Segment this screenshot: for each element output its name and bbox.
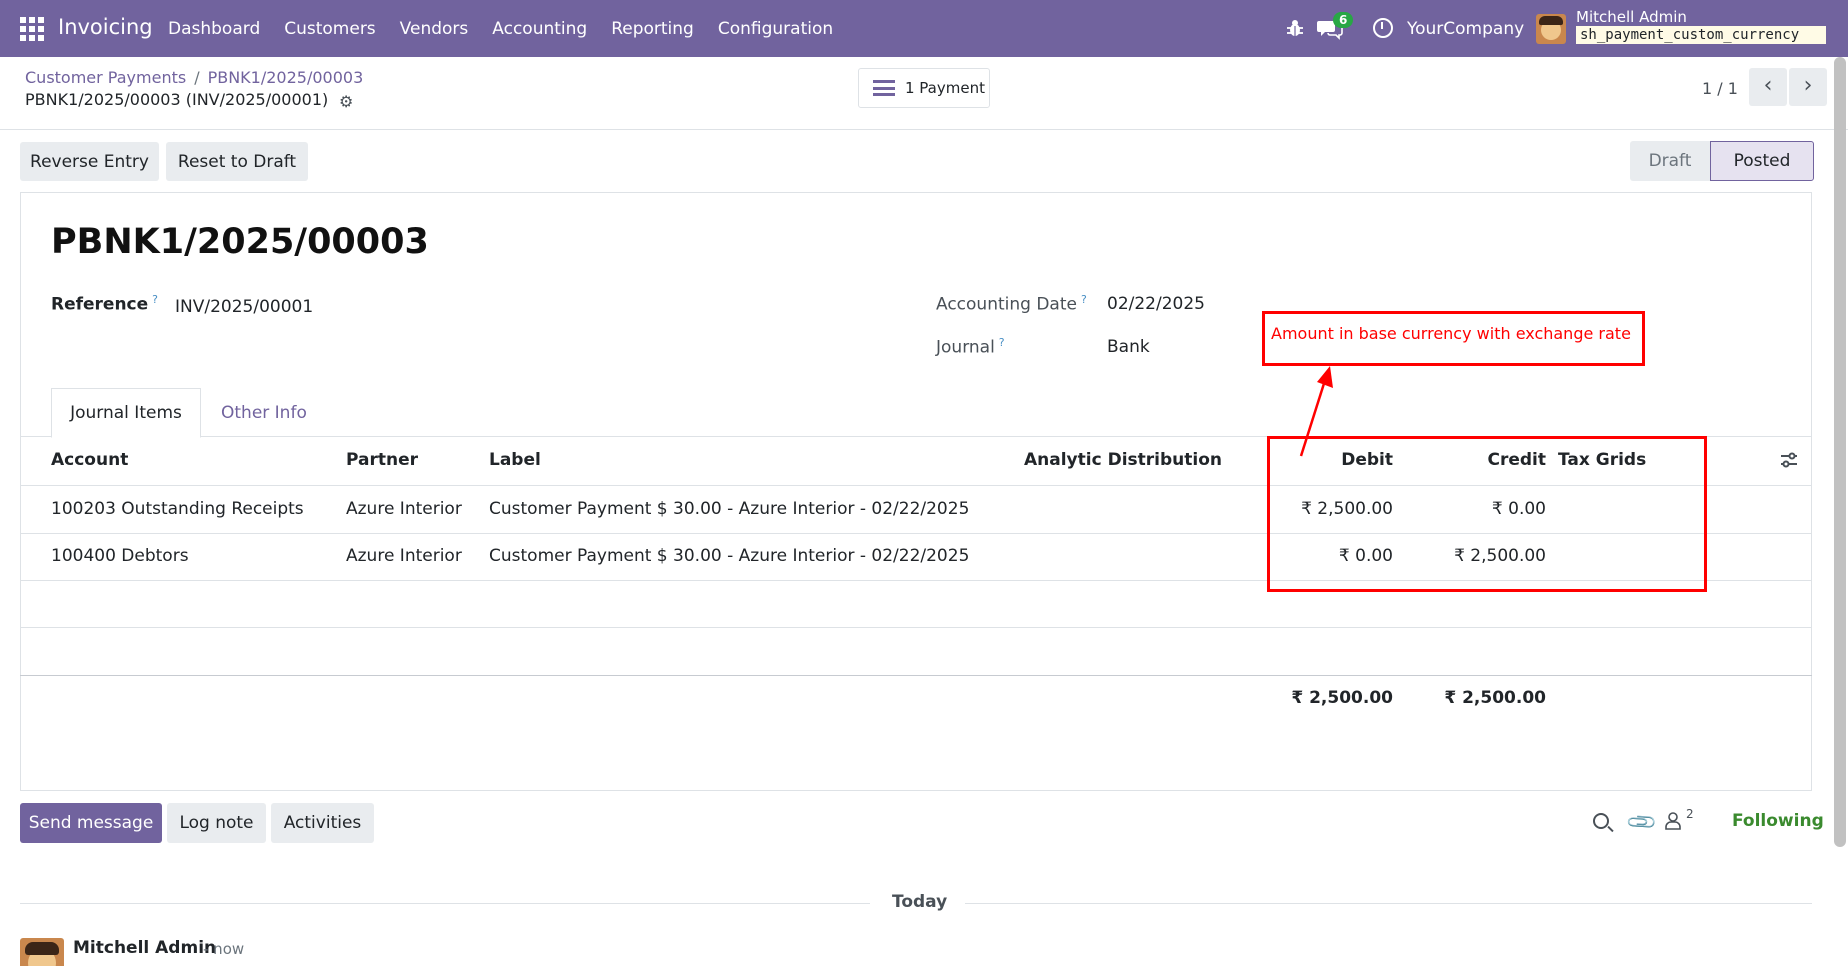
user-name[interactable]: Mitchell Admin	[1576, 8, 1687, 26]
help-icon[interactable]: ?	[999, 336, 1005, 349]
reset-to-draft-button[interactable]: Reset to Draft	[166, 142, 308, 181]
column-header-analytic[interactable]: Analytic Distribution	[1024, 450, 1222, 470]
optional-columns-icon[interactable]	[1780, 451, 1798, 469]
annotation-text: Amount in base currency with exchange ra…	[1271, 324, 1631, 343]
menu-item-accounting[interactable]: Accounting	[492, 19, 587, 39]
attachment-paperclip-icon[interactable]: 📎	[1624, 805, 1659, 840]
column-header-partner[interactable]: Partner	[346, 450, 418, 470]
divider	[20, 627, 1812, 628]
date-separator: Today	[892, 892, 948, 912]
pager-previous-button[interactable]: ‹	[1749, 68, 1787, 106]
followers-icon[interactable]	[1665, 812, 1681, 830]
message-time: - now	[203, 940, 245, 958]
divider	[20, 675, 1812, 676]
notebook-tabs: Journal Items Other Info	[20, 388, 1812, 438]
tab-other-info[interactable]: Other Info	[221, 403, 307, 423]
journal-label: Journal?	[936, 336, 1005, 358]
menu-item-configuration[interactable]: Configuration	[718, 19, 833, 39]
list-icon	[873, 80, 895, 96]
menu-item-customers[interactable]: Customers	[284, 19, 375, 39]
cell-account[interactable]: 100203 Outstanding Receipts	[51, 499, 304, 519]
activities-clock-icon[interactable]	[1373, 18, 1393, 38]
help-icon[interactable]: ?	[1081, 293, 1087, 306]
scrollbar[interactable]	[1834, 57, 1846, 847]
menu-item-vendors[interactable]: Vendors	[400, 19, 469, 39]
follower-count: 2	[1686, 807, 1694, 821]
accounting-date-value[interactable]: 02/22/2025	[1107, 294, 1205, 314]
accounting-date-label: Accounting Date?	[936, 293, 1087, 315]
avatar[interactable]	[20, 938, 64, 966]
menu-item-dashboard[interactable]: Dashboard	[168, 19, 260, 39]
reference-value[interactable]: INV/2025/00001	[175, 297, 313, 317]
cell-partner[interactable]: Azure Interior	[346, 546, 462, 566]
apps-menu-icon[interactable]	[20, 17, 44, 41]
company-switcher[interactable]: YourCompany	[1407, 19, 1524, 39]
help-icon[interactable]: ?	[152, 293, 158, 306]
status-bar: Draft Posted	[1630, 141, 1814, 181]
breadcrumb-current[interactable]: PBNK1/2025/00003	[208, 68, 364, 87]
main-menu: Dashboard Customers Vendors Accounting R…	[168, 19, 857, 39]
search-icon[interactable]	[1593, 813, 1609, 829]
journal-value[interactable]: Bank	[1107, 337, 1150, 357]
divider	[965, 903, 1812, 904]
database-name: sh_payment_custom_currency	[1576, 26, 1826, 44]
column-header-label[interactable]: Label	[489, 450, 541, 470]
messages-count-badge: 6	[1333, 12, 1354, 28]
app-brand[interactable]: Invoicing	[58, 15, 153, 39]
pager-value[interactable]: 1 / 1	[1702, 79, 1738, 98]
following-button[interactable]: Following	[1732, 811, 1824, 831]
breadcrumb-customer-payments[interactable]: Customer Payments	[25, 68, 186, 87]
annotation-arrow-icon	[1299, 366, 1333, 457]
breadcrumb: Customer Payments / PBNK1/2025/00003	[25, 68, 364, 87]
payment-smart-button-label: 1 Payment	[905, 79, 985, 97]
debug-bug-icon[interactable]	[1286, 18, 1304, 38]
reverse-entry-button[interactable]: Reverse Entry	[20, 142, 159, 181]
pager-next-button[interactable]: ›	[1789, 68, 1827, 106]
total-debit: ₹ 2,500.00	[1291, 688, 1393, 708]
reference-label: Reference?	[51, 293, 159, 315]
status-draft[interactable]: Draft	[1630, 141, 1710, 181]
activities-button[interactable]: Activities	[271, 803, 374, 843]
cell-label[interactable]: Customer Payment $ 30.00 - Azure Interio…	[489, 546, 969, 566]
status-posted[interactable]: Posted	[1710, 141, 1814, 181]
total-credit: ₹ 2,500.00	[1444, 688, 1546, 708]
record-title: PBNK1/2025/00003	[51, 222, 429, 262]
divider	[0, 129, 1848, 130]
payment-smart-button[interactable]: 1 Payment	[858, 68, 990, 108]
tab-journal-items[interactable]: Journal Items	[51, 388, 201, 438]
cell-account[interactable]: 100400 Debtors	[51, 546, 189, 566]
column-header-account[interactable]: Account	[51, 450, 128, 470]
user-avatar[interactable]	[1536, 14, 1566, 44]
log-note-button[interactable]: Log note	[167, 803, 266, 843]
divider	[20, 903, 870, 904]
top-navbar: Invoicing Dashboard Customers Vendors Ac…	[0, 0, 1848, 57]
message-author[interactable]: Mitchell Admin	[73, 938, 216, 958]
menu-item-reporting[interactable]: Reporting	[611, 19, 694, 39]
cell-label[interactable]: Customer Payment $ 30.00 - Azure Interio…	[489, 499, 969, 519]
record-subtitle: PBNK1/2025/00003 (INV/2025/00001)	[25, 90, 329, 109]
send-message-button[interactable]: Send message	[20, 803, 162, 843]
gear-icon[interactable]: ⚙	[339, 92, 353, 111]
cell-partner[interactable]: Azure Interior	[346, 499, 462, 519]
